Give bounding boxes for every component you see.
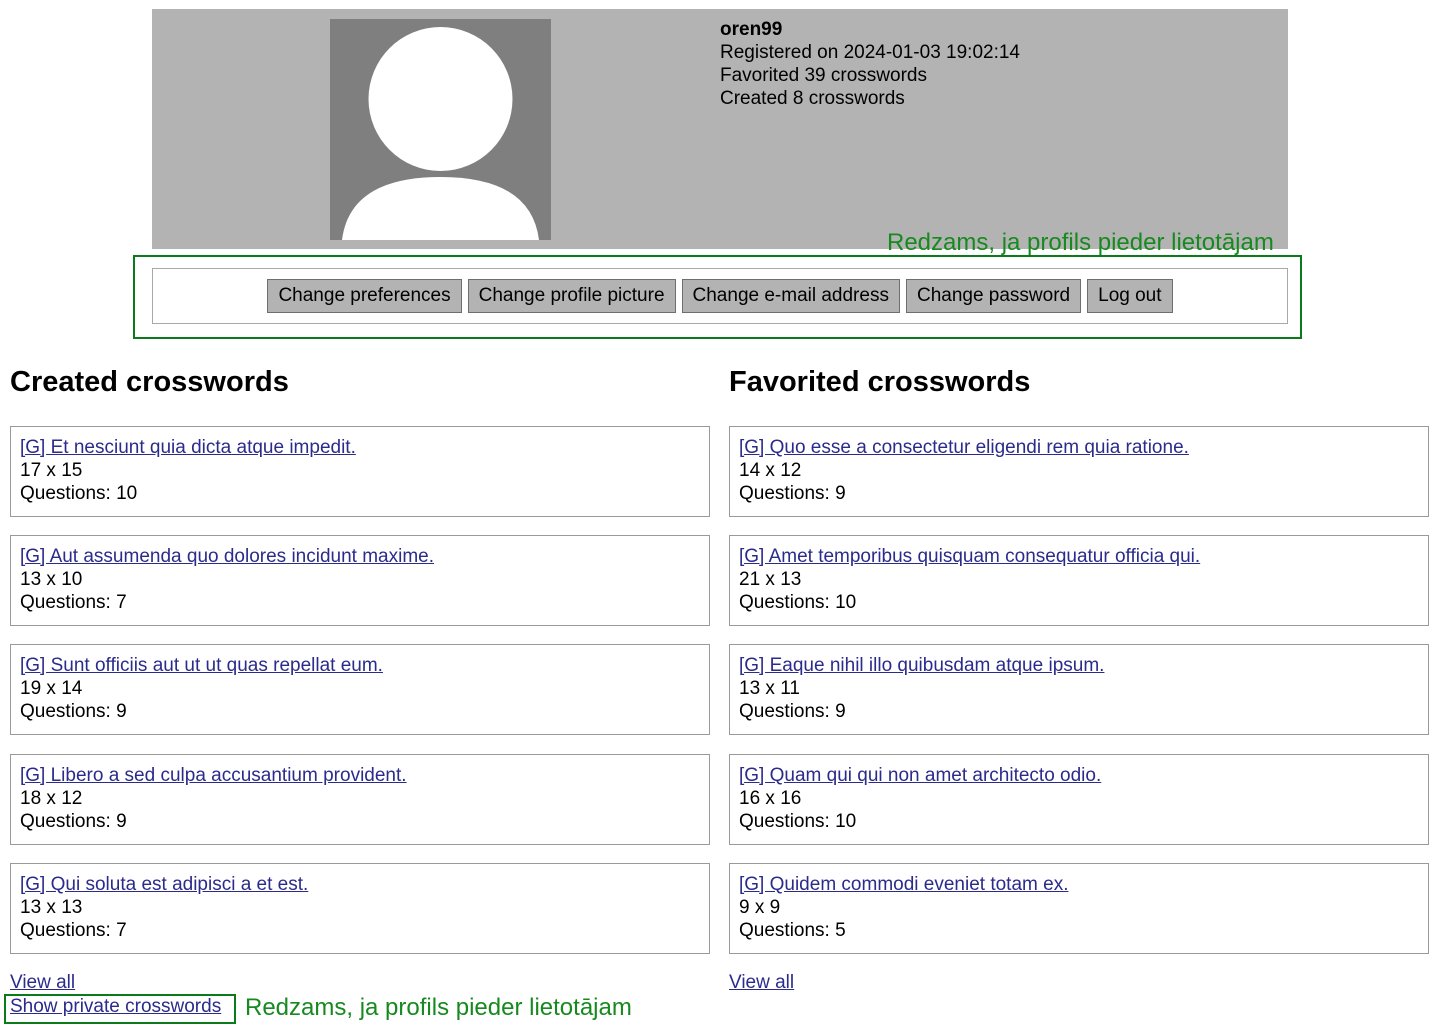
log-out-button[interactable]: Log out	[1087, 279, 1173, 313]
profile-favorited-count: Favorited 39 crosswords	[720, 65, 927, 86]
crossword-size: 13 x 11	[739, 678, 800, 699]
crossword-questions: Questions: 7	[20, 592, 127, 613]
crossword-card: [G] Quidem commodi eveniet totam ex. 9 x…	[729, 863, 1429, 954]
change-preferences-button[interactable]: Change preferences	[267, 279, 462, 313]
crossword-size: 17 x 15	[20, 460, 83, 481]
crossword-questions: Questions: 10	[20, 483, 138, 504]
profile-page: oren99 Registered on 2024-01-03 19:02:14…	[0, 0, 1440, 1029]
owner-visible-annotation-bottom: Redzams, ja profils pieder lietotājam	[245, 994, 632, 1021]
crossword-size: 14 x 12	[739, 460, 802, 481]
profile-created-count: Created 8 crosswords	[720, 88, 905, 109]
crossword-questions: Questions: 5	[739, 920, 846, 941]
favorited-view-all-link[interactable]: View all	[729, 971, 794, 994]
crossword-title-link[interactable]: [G] Quam qui qui non amet architecto odi…	[739, 765, 1101, 786]
change-email-button[interactable]: Change e-mail address	[681, 279, 900, 313]
crossword-size: 13 x 10	[20, 569, 83, 590]
profile-registered-date: Registered on 2024-01-03 19:02:14	[720, 42, 1021, 63]
created-crosswords-heading: Created crosswords	[10, 366, 289, 398]
crossword-questions: Questions: 9	[739, 483, 846, 504]
crossword-questions: Questions: 10	[739, 592, 857, 613]
crossword-title-link[interactable]: [G] Aut assumenda quo dolores incidunt m…	[20, 546, 434, 567]
profile-username: oren99	[720, 19, 783, 40]
crossword-questions: Questions: 7	[20, 920, 127, 941]
crossword-questions: Questions: 9	[739, 701, 846, 722]
crossword-questions: Questions: 9	[20, 701, 127, 722]
favorited-crosswords-section: Favorited crosswords [G] Quo esse a cons…	[729, 362, 1429, 993]
change-profile-picture-button[interactable]: Change profile picture	[467, 279, 676, 313]
crossword-size: 18 x 12	[20, 788, 83, 809]
crossword-title-link[interactable]: [G] Eaque nihil illo quibusdam atque ips…	[739, 655, 1104, 676]
change-password-button[interactable]: Change password	[905, 279, 1082, 313]
crossword-title-link[interactable]: [G] Quo esse a consectetur eligendi rem …	[739, 437, 1189, 458]
crossword-title-link[interactable]: [G] Qui soluta est adipisci a et est.	[20, 874, 308, 895]
crossword-questions: Questions: 9	[20, 811, 127, 832]
crossword-title-link[interactable]: [G] Libero a sed culpa accusantium provi…	[20, 765, 407, 786]
crossword-title-link[interactable]: [G] Et nesciunt quia dicta atque impedit…	[20, 437, 356, 458]
crossword-questions: Questions: 10	[739, 811, 857, 832]
crossword-card: [G] Amet temporibus quisquam consequatur…	[729, 535, 1429, 626]
owner-visible-box-bottom	[4, 994, 236, 1024]
crossword-card: [G] Eaque nihil illo quibusdam atque ips…	[729, 644, 1429, 735]
favorited-crosswords-heading: Favorited crosswords	[729, 366, 1031, 398]
crossword-size: 21 x 13	[739, 569, 802, 590]
profile-actions-bar: Change preferences Change profile pictur…	[152, 268, 1288, 324]
crossword-card: [G] Qui soluta est adipisci a et est. 13…	[10, 863, 710, 954]
crossword-title-link[interactable]: [G] Quidem commodi eveniet totam ex.	[739, 874, 1068, 895]
crossword-size: 13 x 13	[20, 897, 83, 918]
crossword-title-link[interactable]: [G] Amet temporibus quisquam consequatur…	[739, 546, 1200, 567]
crossword-card: [G] Et nesciunt quia dicta atque impedit…	[10, 426, 710, 517]
crossword-size: 9 x 9	[739, 897, 781, 918]
profile-info: oren99 Registered on 2024-01-03 19:02:14…	[720, 18, 1020, 110]
created-view-all-link[interactable]: View all	[10, 971, 75, 994]
crossword-card: [G] Sunt officiis aut ut ut quas repella…	[10, 644, 710, 735]
crossword-card: [G] Aut assumenda quo dolores incidunt m…	[10, 535, 710, 626]
crossword-size: 16 x 16	[739, 788, 802, 809]
owner-visible-annotation-top: Redzams, ja profils pieder lietotājam	[887, 229, 1274, 256]
crossword-card: [G] Quo esse a consectetur eligendi rem …	[729, 426, 1429, 517]
crossword-size: 19 x 14	[20, 678, 83, 699]
created-crosswords-section: Created crosswords [G] Et nesciunt quia …	[10, 362, 710, 993]
crossword-card: [G] Quam qui qui non amet architecto odi…	[729, 754, 1429, 845]
default-user-avatar-icon	[330, 19, 551, 240]
crossword-title-link[interactable]: [G] Sunt officiis aut ut ut quas repella…	[20, 655, 383, 676]
profile-header: oren99 Registered on 2024-01-03 19:02:14…	[152, 9, 1288, 249]
crossword-card: [G] Libero a sed culpa accusantium provi…	[10, 754, 710, 845]
